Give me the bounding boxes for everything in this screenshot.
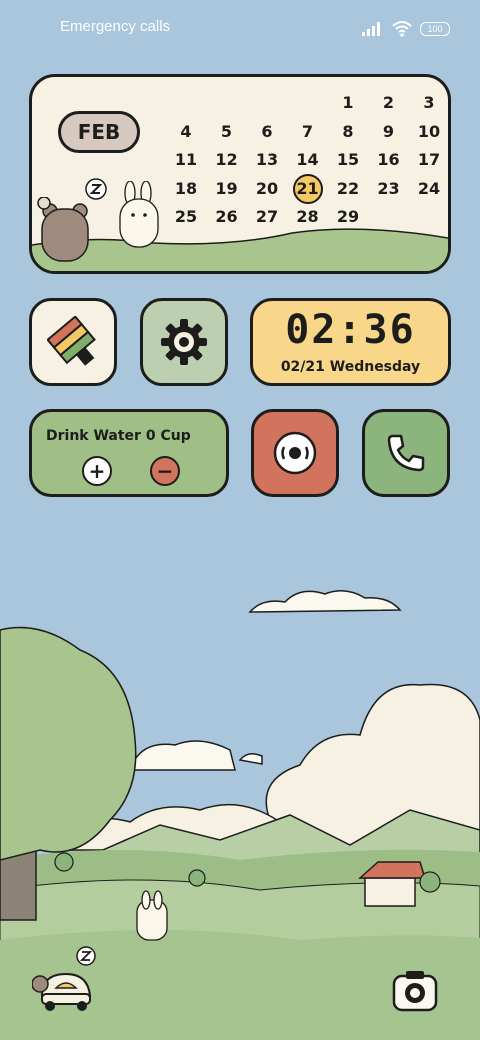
remove-cup-button[interactable]: − [150,456,180,486]
record-icon [273,431,317,475]
camera-app-icon[interactable] [392,968,438,1014]
paint-palette-icon [47,316,96,366]
calendar-day: 10 [417,121,441,141]
calendar-day: 11 [174,150,198,169]
calendar-day: 22 [336,178,360,198]
bunny-illustration [119,181,159,248]
calendar-day: 15 [336,150,360,169]
battery-level: 100 [427,24,443,34]
calendar-day: 2 [382,93,395,112]
clock-date: 02/21 Wednesday [280,359,421,375]
calendar-day: 7 [301,121,314,141]
sleep-bubble-icon [85,178,107,200]
car-icon [31,946,96,1011]
calendar-day: 13 [255,150,279,169]
status-carrier: Emergency calls [60,18,171,35]
calendar-day: 23 [377,178,400,198]
calendar-day: 18 [174,178,198,198]
bear-illustration [37,197,89,262]
calendar-day: 1 [342,93,354,112]
camera-icon [392,971,438,1012]
paint-app-icon[interactable] [29,298,117,386]
calendar-day: 20 [255,178,279,198]
battery-icon: 100 [420,22,450,36]
phone-icon [387,434,425,472]
add-cup-button[interactable]: + [82,456,112,486]
car-app-icon[interactable] [31,944,96,1014]
calendar-day: 12 [215,150,238,169]
calendar-day: 3 [423,93,435,112]
calendar-day: 8 [342,121,354,141]
drink-water-widget: Drink Water 0 Cup + − [29,409,229,497]
water-counter-label: Drink Water 0 Cup [46,428,191,444]
calendar-day: 19 [215,178,238,198]
status-icons: 100 [362,20,450,38]
calendar-day: 4 [180,121,192,141]
calendar-day: 5 [220,121,233,141]
clock-widget[interactable]: 02:36 02/21 Wednesday [250,298,451,386]
signal-icon [362,22,380,36]
calendar-day-today: 21 [292,173,323,204]
calendar-month: FEB [58,111,140,153]
wifi-icon [392,21,412,37]
recorder-app-icon[interactable] [251,409,339,497]
clock-time: 02:36 [285,307,416,353]
calendar-day: 17 [417,150,441,169]
calendar-day: 9 [382,121,395,141]
calendar-day: 6 [261,121,273,141]
calendar-day: 24 [417,178,441,198]
calendar-day: 16 [377,150,400,169]
phone-app-icon[interactable] [362,409,450,497]
settings-app-icon[interactable] [140,298,228,386]
calendar-day: 14 [296,150,319,169]
gear-icon [161,319,207,365]
calendar-widget[interactable]: FEB 1 2 3 4 5 6 7 8 9 10 11 12 13 14 15 16 17 18 19 20 21 22 2… [29,74,451,274]
